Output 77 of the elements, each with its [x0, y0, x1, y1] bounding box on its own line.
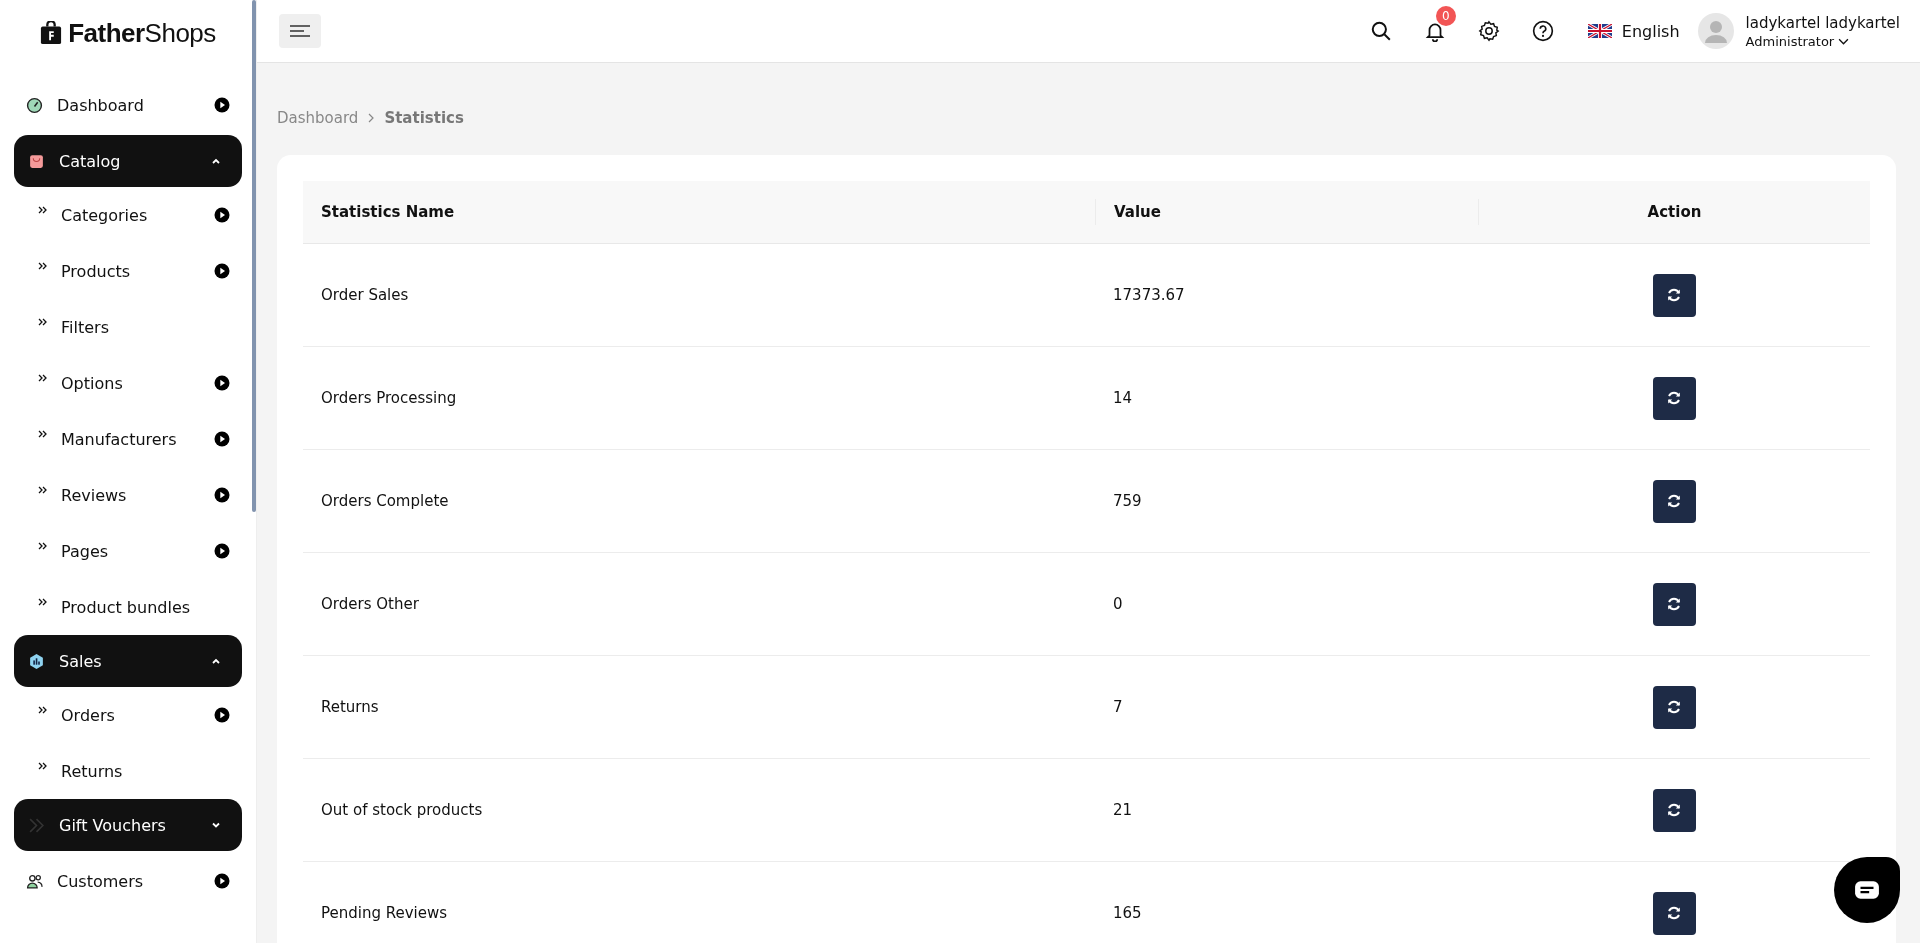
- nav-subitem[interactable]: Orders: [14, 687, 242, 743]
- shopping-bag-logo-icon: [40, 21, 63, 45]
- column-header: Action: [1478, 199, 1870, 225]
- nav-subitem[interactable]: Reviews: [14, 467, 242, 523]
- nav-item[interactable]: Customers: [14, 851, 242, 911]
- user-name: ladykartel ladykartel: [1745, 13, 1900, 32]
- scrollbar-thumb[interactable]: [252, 0, 256, 512]
- double-chevron-icon: [38, 373, 48, 383]
- double-chevron-icon: [38, 705, 48, 715]
- chevron-right-icon: [368, 113, 375, 123]
- table-cell-text: 14: [1112, 389, 1134, 407]
- menu-icon[interactable]: [279, 14, 321, 48]
- nav-subitem[interactable]: Filters: [14, 299, 242, 355]
- refresh-icon: [1666, 699, 1682, 715]
- notification-badge: 0: [1435, 6, 1456, 26]
- refresh-button[interactable]: [1652, 273, 1696, 317]
- double-chevron-icon: [38, 597, 48, 607]
- double-chevron-icon: [28, 816, 45, 834]
- nav-subitem[interactable]: Pages: [14, 523, 242, 579]
- table-cell-text: 165: [1112, 904, 1143, 922]
- uk-flag-icon: [1587, 24, 1612, 38]
- table-cell-text: Out of stock products: [320, 801, 484, 819]
- table-cell-text: Orders Complete: [320, 492, 450, 510]
- refresh-button[interactable]: [1652, 685, 1696, 729]
- search-icon[interactable]: [1369, 20, 1392, 42]
- nav-group-item[interactable]: Sales: [14, 635, 242, 687]
- refresh-button[interactable]: [1652, 582, 1696, 626]
- nav-subitem[interactable]: Categories: [14, 187, 242, 243]
- nav-group-item[interactable]: Catalog: [14, 135, 242, 187]
- double-chevron-icon: [38, 261, 48, 271]
- user-role-dropdown[interactable]: Administrator: [1745, 33, 1900, 49]
- table-cell-text: Order Sales: [320, 286, 410, 304]
- table-cell-text: Returns: [320, 698, 380, 716]
- table-cell-text: 759: [1112, 492, 1143, 510]
- settings-icon[interactable]: [1477, 20, 1500, 42]
- refresh-icon: [1666, 493, 1682, 509]
- double-chevron-icon: [38, 761, 48, 771]
- column-header: Value: [1095, 199, 1478, 225]
- nav-item[interactable]: Dashboard: [14, 75, 242, 135]
- chat-bubble-icon: [1854, 880, 1880, 900]
- nav-group-item[interactable]: Gift Vouchers: [14, 799, 242, 851]
- refresh-icon: [1666, 287, 1682, 303]
- table-cell-text: 7: [1112, 698, 1124, 716]
- table-cell-text: Orders Other: [320, 595, 420, 613]
- table-cell-text: 21: [1112, 801, 1134, 819]
- nav-subitem[interactable]: Manufacturers: [14, 411, 242, 467]
- double-chevron-icon: [38, 429, 48, 439]
- table-cell-text: Orders Processing: [320, 389, 458, 407]
- refresh-icon: [1666, 390, 1682, 406]
- refresh-button[interactable]: [1652, 376, 1696, 420]
- refresh-button[interactable]: [1652, 479, 1696, 523]
- refresh-icon: [1666, 802, 1682, 818]
- double-chevron-icon: [38, 485, 48, 495]
- double-chevron-icon: [38, 317, 48, 327]
- chevron-down-icon: [1838, 37, 1850, 45]
- breadcrumb-current: Statistics: [384, 109, 464, 127]
- nav-subitem[interactable]: Products: [14, 243, 242, 299]
- nav-subitem[interactable]: Product bundles: [14, 579, 242, 635]
- nav-subitem[interactable]: Options: [14, 355, 242, 411]
- brand-name: FatherShops: [68, 17, 216, 49]
- refresh-button[interactable]: [1652, 891, 1696, 935]
- double-chevron-icon: [38, 541, 48, 551]
- refresh-button[interactable]: [1652, 788, 1696, 832]
- table-cell-text: 0: [1112, 595, 1124, 613]
- column-header: Statistics Name: [320, 203, 456, 221]
- help-icon[interactable]: [1531, 20, 1554, 42]
- double-chevron-icon: [38, 205, 48, 215]
- table-cell-text: Pending Reviews: [320, 904, 449, 922]
- chart-icon: [28, 652, 45, 670]
- refresh-icon: [1666, 905, 1682, 921]
- table-cell-text: 17373.67: [1112, 286, 1186, 304]
- bag-icon: [28, 152, 45, 170]
- nav-subitem[interactable]: Returns: [14, 743, 242, 799]
- refresh-icon: [1666, 596, 1682, 612]
- gauge-icon: [26, 96, 43, 114]
- language-selector[interactable]: English: [1587, 21, 1680, 41]
- people-icon: [26, 872, 43, 890]
